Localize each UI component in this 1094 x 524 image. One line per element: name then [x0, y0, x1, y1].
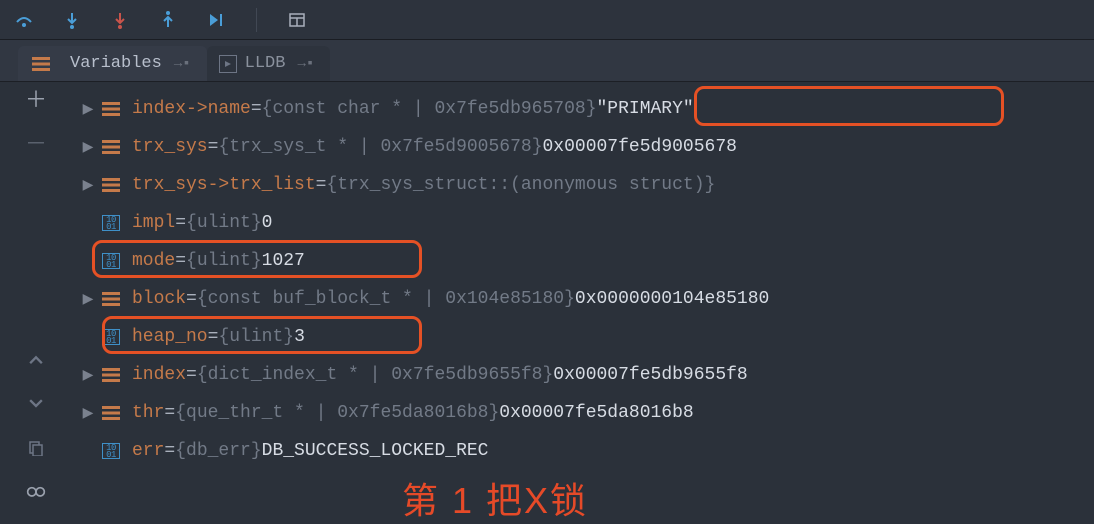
equals-sign: =: [175, 251, 186, 271]
variable-name: trx_sys->trx_list: [132, 175, 316, 195]
equals-sign: =: [208, 327, 219, 347]
primitive-icon: 1001: [100, 253, 122, 269]
equals-sign: =: [164, 403, 175, 423]
variables-panel: ▶ index->name = {const char * | 0x7fe5db9…: [72, 82, 1094, 522]
variable-type: {db_err}: [175, 441, 261, 461]
tab-lldb[interactable]: LLDB →▪: [207, 46, 331, 81]
add-watch-icon[interactable]: ＋: [26, 88, 46, 108]
debugger-toolbar: [0, 0, 1094, 40]
variable-value: DB_SUCCESS_LOCKED_REC: [262, 441, 489, 461]
variable-type: {que_thr_t * | 0x7fe5da8016b8}: [175, 403, 499, 423]
variable-name: thr: [132, 403, 164, 423]
variable-name: index->name: [132, 99, 251, 119]
variable-value: 0: [262, 213, 273, 233]
variable-row[interactable]: 1001 mode = {ulint} 1027: [72, 242, 1094, 280]
variable-value: 0x0000000104e85180: [575, 289, 769, 309]
variable-row[interactable]: ▶ trx_sys->trx_list = {trx_sys_struct::(a…: [72, 166, 1094, 204]
variable-row[interactable]: 1001 impl = {ulint} 0: [72, 204, 1094, 242]
pin-icon: →▪: [297, 56, 314, 72]
variable-row[interactable]: ▶ thr = {que_thr_t * | 0x7fe5da8016b8} 0x…: [72, 394, 1094, 432]
variable-value: 3: [294, 327, 305, 347]
equals-sign: =: [316, 175, 327, 195]
expand-arrow-icon[interactable]: ▶: [76, 177, 100, 194]
variable-name: err: [132, 441, 164, 461]
tab-variables-label: Variables: [70, 54, 162, 73]
variable-type: {const buf_block_t * | 0x104e85180}: [197, 289, 575, 309]
struct-icon: [100, 291, 122, 307]
variable-row[interactable]: 1001 heap_no = {ulint} 3: [72, 318, 1094, 356]
lldb-icon: [219, 55, 237, 73]
variable-name: block: [132, 289, 186, 309]
variable-value: 0x00007fe5d9005678: [543, 137, 737, 157]
variable-row[interactable]: ▶ block = {const buf_block_t * | 0x104e85…: [72, 280, 1094, 318]
watches-icon[interactable]: [26, 482, 46, 502]
variable-value: "PRIMARY": [597, 99, 694, 119]
copy-icon[interactable]: [26, 438, 46, 458]
primitive-icon: 1001: [100, 215, 122, 231]
primitive-icon: 1001: [100, 329, 122, 345]
variable-type: {const char * | 0x7fe5db965708}: [262, 99, 597, 119]
equals-sign: =: [186, 289, 197, 309]
struct-icon: [100, 405, 122, 421]
variable-value: 0x00007fe5da8016b8: [499, 403, 693, 423]
expand-arrow-icon[interactable]: ▶: [76, 291, 100, 308]
variable-type: {ulint}: [186, 251, 262, 271]
expand-arrow-icon[interactable]: ▶: [76, 367, 100, 384]
pin-icon: →▪: [174, 56, 191, 72]
scroll-down-icon[interactable]: [26, 394, 46, 414]
variable-row[interactable]: ▶ index->name = {const char * | 0x7fe5db9…: [72, 90, 1094, 128]
equals-sign: =: [208, 137, 219, 157]
expand-arrow-icon[interactable]: ▶: [76, 139, 100, 156]
variable-row[interactable]: ▶ index = {dict_index_t * | 0x7fe5db9655f…: [72, 356, 1094, 394]
step-over-icon[interactable]: [14, 10, 34, 30]
variable-row[interactable]: ▶ trx_sys = {trx_sys_t * | 0x7fe5d9005678…: [72, 128, 1094, 166]
remove-watch-icon[interactable]: －: [26, 132, 46, 152]
run-to-cursor-icon[interactable]: [206, 10, 226, 30]
equals-sign: =: [251, 99, 262, 119]
step-into-icon[interactable]: [62, 10, 82, 30]
tool-gutter: ＋ －: [0, 82, 72, 522]
variable-type: {trx_sys_struct::(anonymous struct)}: [326, 175, 715, 195]
step-out-icon[interactable]: [158, 10, 178, 30]
primitive-icon: 1001: [100, 443, 122, 459]
struct-icon: [100, 177, 122, 193]
variable-type: {ulint}: [218, 327, 294, 347]
variable-value: 0x00007fe5db9655f8: [553, 365, 747, 385]
variable-name: trx_sys: [132, 137, 208, 157]
scroll-up-icon[interactable]: [26, 350, 46, 370]
equals-sign: =: [164, 441, 175, 461]
equals-sign: =: [175, 213, 186, 233]
tab-lldb-label: LLDB: [245, 54, 286, 73]
variable-name: impl: [132, 213, 175, 233]
struct-icon: [30, 56, 52, 72]
variable-value: 1027: [262, 251, 305, 271]
tab-variables[interactable]: Variables →▪: [18, 46, 207, 81]
variable-name: index: [132, 365, 186, 385]
debug-tabs: Variables →▪ LLDB →▪: [0, 40, 1094, 82]
equals-sign: =: [186, 365, 197, 385]
annotation-caption: 第 1 把X锁: [402, 472, 588, 524]
force-step-into-icon[interactable]: [110, 10, 130, 30]
variable-row[interactable]: 1001 err = {db_err} DB_SUCCESS_LOCKED_REC: [72, 432, 1094, 470]
expand-arrow-icon[interactable]: ▶: [76, 101, 100, 118]
variable-name: heap_no: [132, 327, 208, 347]
variable-name: mode: [132, 251, 175, 271]
variable-type: {trx_sys_t * | 0x7fe5d9005678}: [218, 137, 542, 157]
toolbar-separator: [256, 8, 257, 32]
struct-icon: [100, 101, 122, 117]
evaluate-expression-icon[interactable]: [287, 10, 307, 30]
variable-type: {ulint}: [186, 213, 262, 233]
expand-arrow-icon[interactable]: ▶: [76, 405, 100, 422]
struct-icon: [100, 139, 122, 155]
struct-icon: [100, 367, 122, 383]
variable-type: {dict_index_t * | 0x7fe5db9655f8}: [197, 365, 553, 385]
